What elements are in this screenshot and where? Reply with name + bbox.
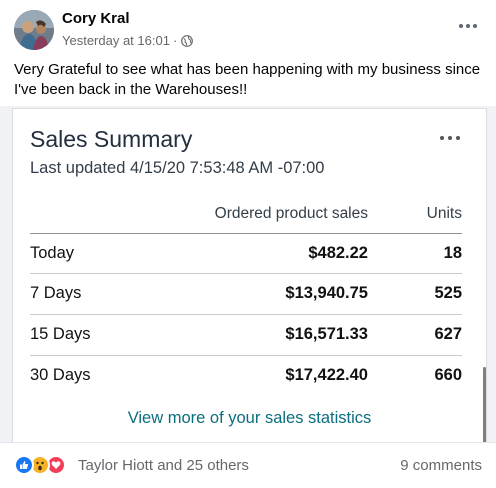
table-row: 7 Days $13,940.75 525 — [30, 273, 462, 313]
row-units: 660 — [434, 366, 462, 384]
reaction-summary[interactable]: Taylor Hiott and 25 others — [78, 457, 249, 474]
row-label: 30 Days — [30, 366, 91, 384]
globe-icon — [181, 34, 194, 47]
reaction-icons[interactable] — [14, 455, 66, 475]
row-label: 15 Days — [30, 325, 91, 343]
author-name[interactable]: Cory Kral — [62, 10, 130, 27]
row-units: 525 — [434, 284, 462, 302]
table-row: Today $482.22 18 — [30, 233, 462, 273]
card-options-button[interactable] — [440, 133, 462, 143]
column-header-sales: Ordered product sales — [214, 205, 368, 222]
post-text: Very Grateful to see what has been happe… — [14, 61, 481, 98]
card-title: Sales Summary — [30, 126, 193, 152]
row-sales: $16,571.33 — [285, 325, 368, 343]
last-updated-text: Last updated 4/15/20 7:53:48 AM -07:00 — [30, 159, 325, 177]
meta-separator: · — [172, 33, 178, 48]
table-row: 30 Days $17,422.40 660 — [30, 355, 462, 395]
ellipsis-icon — [459, 24, 477, 28]
table-row: 15 Days $16,571.33 627 — [30, 314, 462, 354]
sales-summary-card[interactable]: Sales Summary Last updated 4/15/20 7:53:… — [12, 108, 487, 443]
row-sales: $17,422.40 — [285, 366, 368, 384]
post-options-button[interactable] — [456, 14, 480, 38]
row-sales: $482.22 — [308, 244, 368, 262]
row-units: 18 — [443, 244, 462, 262]
ellipsis-icon — [440, 136, 444, 140]
column-header-units: Units — [426, 205, 462, 222]
scrollbar-thumb[interactable] — [483, 367, 486, 443]
post-meta: Yesterday at 16:01 · — [62, 33, 194, 48]
post-timestamp[interactable]: Yesterday at 16:01 — [62, 33, 170, 48]
row-label: 7 Days — [30, 284, 82, 302]
avatar[interactable] — [14, 10, 54, 50]
row-label: Today — [30, 244, 75, 262]
view-more-link[interactable]: View more of your sales statistics — [13, 409, 486, 428]
post-footer: Taylor Hiott and 25 others 9 comments — [0, 442, 496, 488]
ellipsis-icon — [456, 136, 460, 140]
row-sales: $13,940.75 — [285, 284, 368, 302]
row-units: 627 — [434, 325, 462, 343]
post-header: Cory Kral Yesterday at 16:01 · — [0, 0, 496, 56]
ellipsis-icon — [448, 136, 452, 140]
like-icon — [14, 455, 34, 475]
comments-count[interactable]: 9 comments — [400, 457, 482, 474]
